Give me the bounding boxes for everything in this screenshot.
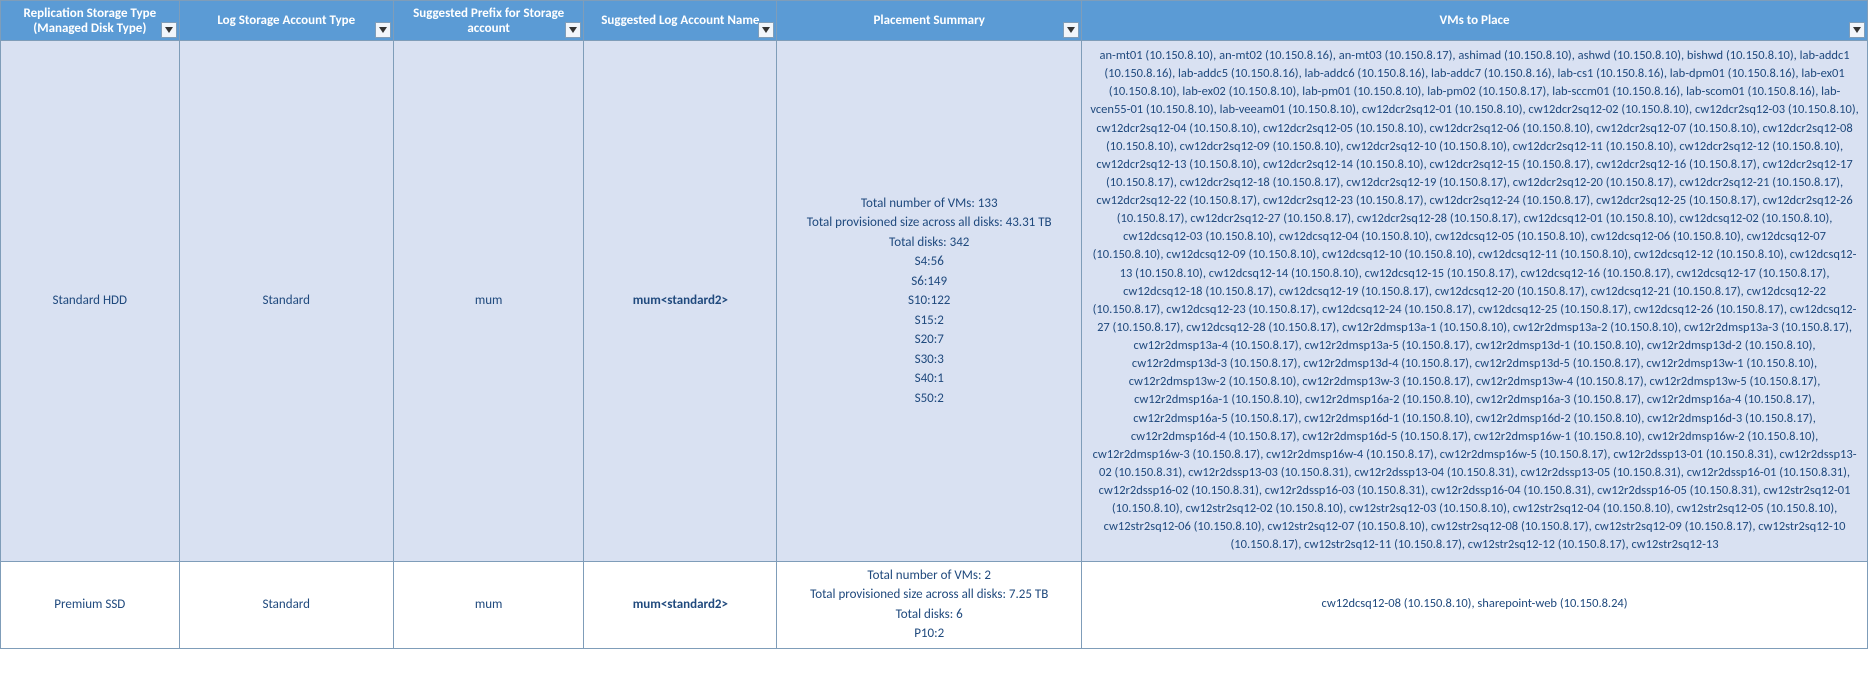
placement-disk-tier: S50:2 [783,389,1075,409]
header-log-account-type[interactable]: Log Storage Account Type [179,1,393,41]
header-label: Log Storage Account Type [217,13,355,28]
cell-vms-to-place[interactable]: cw12dcsq12-08 (10.150.8.10), sharepoint-… [1082,561,1868,648]
placement-disk-tier: S10:122 [783,291,1075,311]
filter-dropdown-icon[interactable] [1849,22,1865,38]
cell-vms-to-place[interactable]: an-mt01 (10.150.8.10), an-mt02 (10.150.8… [1082,41,1868,562]
placement-disk-tier: S15:2 [783,311,1075,331]
placement-disk-tier: P10:2 [783,624,1075,644]
placement-disk-tier: S4:56 [783,252,1075,272]
cell-prefix[interactable]: mum [393,41,584,562]
header-vms-to-place[interactable]: VMs to Place [1082,1,1868,41]
header-label: Suggested Prefix for Storage account [413,6,564,36]
placement-total-disks: Total disks: 342 [783,233,1075,253]
placement-total-vms: Total number of VMs: 2 [783,566,1075,586]
header-label: Replication Storage Type (Managed Disk T… [23,6,156,36]
header-row: Replication Storage Type (Managed Disk T… [1,1,1868,41]
cell-placement-summary[interactable]: Total number of VMs: 2 Total provisioned… [777,561,1082,648]
filter-dropdown-icon[interactable] [161,22,177,38]
placement-total-size: Total provisioned size across all disks:… [783,213,1075,233]
placement-total-vms: Total number of VMs: 133 [783,194,1075,214]
storage-placement-table: Replication Storage Type (Managed Disk T… [0,0,1868,649]
cell-prefix[interactable]: mum [393,561,584,648]
filter-dropdown-icon[interactable] [375,22,391,38]
cell-placement-summary[interactable]: Total number of VMs: 133 Total provision… [777,41,1082,562]
header-replication-type[interactable]: Replication Storage Type (Managed Disk T… [1,1,180,41]
placement-disk-tier: S30:3 [783,350,1075,370]
filter-dropdown-icon[interactable] [565,22,581,38]
table-row: Premium SSD Standard mum mum<standard2> … [1,561,1868,648]
header-label: Placement Summary [873,13,984,28]
cell-log-account-name[interactable]: mum<standard2> [584,41,777,562]
header-label: Suggested Log Account Name [601,13,759,28]
placement-disk-tier: S6:149 [783,272,1075,292]
placement-total-size: Total provisioned size across all disks:… [783,585,1075,605]
placement-total-disks: Total disks: 6 [783,605,1075,625]
cell-replication-type[interactable]: Premium SSD [1,561,180,648]
table-row: Standard HDD Standard mum mum<standard2>… [1,41,1868,562]
cell-replication-type[interactable]: Standard HDD [1,41,180,562]
header-label: VMs to Place [1440,13,1510,28]
cell-log-account-type[interactable]: Standard [179,41,393,562]
header-prefix[interactable]: Suggested Prefix for Storage account [393,1,584,41]
filter-dropdown-icon[interactable] [758,22,774,38]
placement-disk-tier: S40:1 [783,369,1075,389]
header-log-account-name[interactable]: Suggested Log Account Name [584,1,777,41]
cell-log-account-name[interactable]: mum<standard2> [584,561,777,648]
cell-log-account-type[interactable]: Standard [179,561,393,648]
placement-disk-tier: S20:7 [783,330,1075,350]
header-placement-summary[interactable]: Placement Summary [777,1,1082,41]
filter-dropdown-icon[interactable] [1063,22,1079,38]
